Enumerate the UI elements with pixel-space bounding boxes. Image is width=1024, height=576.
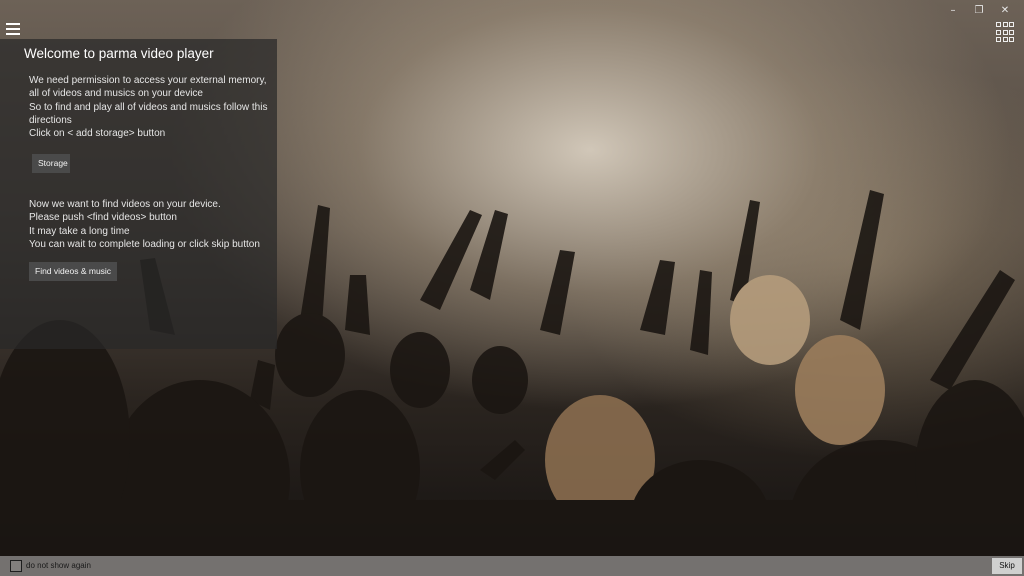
hamburger-menu-icon[interactable]: [6, 23, 20, 35]
find-videos-instructions: Now we want to find videos on your devic…: [29, 198, 274, 251]
instruction-line: So to find and play all of videos and mu…: [29, 101, 268, 126]
instruction-line: It may take a long time: [29, 225, 130, 237]
checkbox-label: do not show again: [26, 561, 91, 570]
instruction-line: Please push <find videos> button: [29, 212, 177, 224]
grid-view-icon[interactable]: [996, 22, 1014, 42]
storage-button[interactable]: Storage: [32, 154, 70, 173]
minimize-button[interactable]: –: [940, 2, 966, 18]
instruction-line: We need permission to access your extern…: [29, 75, 267, 100]
instruction-line: Click on < add storage> button: [29, 128, 166, 140]
instruction-line: Now we want to find videos on your devic…: [29, 199, 221, 210]
bottom-bar: do not show again Skip: [0, 556, 1024, 576]
skip-button[interactable]: Skip: [992, 558, 1022, 574]
do-not-show-again-checkbox[interactable]: [10, 560, 22, 572]
window-controls: – ❐ ✕: [940, 2, 1018, 18]
find-videos-button[interactable]: Find videos & music: [29, 262, 118, 281]
instruction-line: You can wait to complete loading or clic…: [29, 238, 260, 250]
restore-button[interactable]: ❐: [966, 2, 992, 18]
panel-title: Welcome to parma video player: [24, 46, 214, 61]
welcome-panel: Welcome to parma video player We need pe…: [0, 39, 277, 349]
close-button[interactable]: ✕: [992, 2, 1018, 18]
permission-instructions: We need permission to access your extern…: [29, 74, 274, 140]
